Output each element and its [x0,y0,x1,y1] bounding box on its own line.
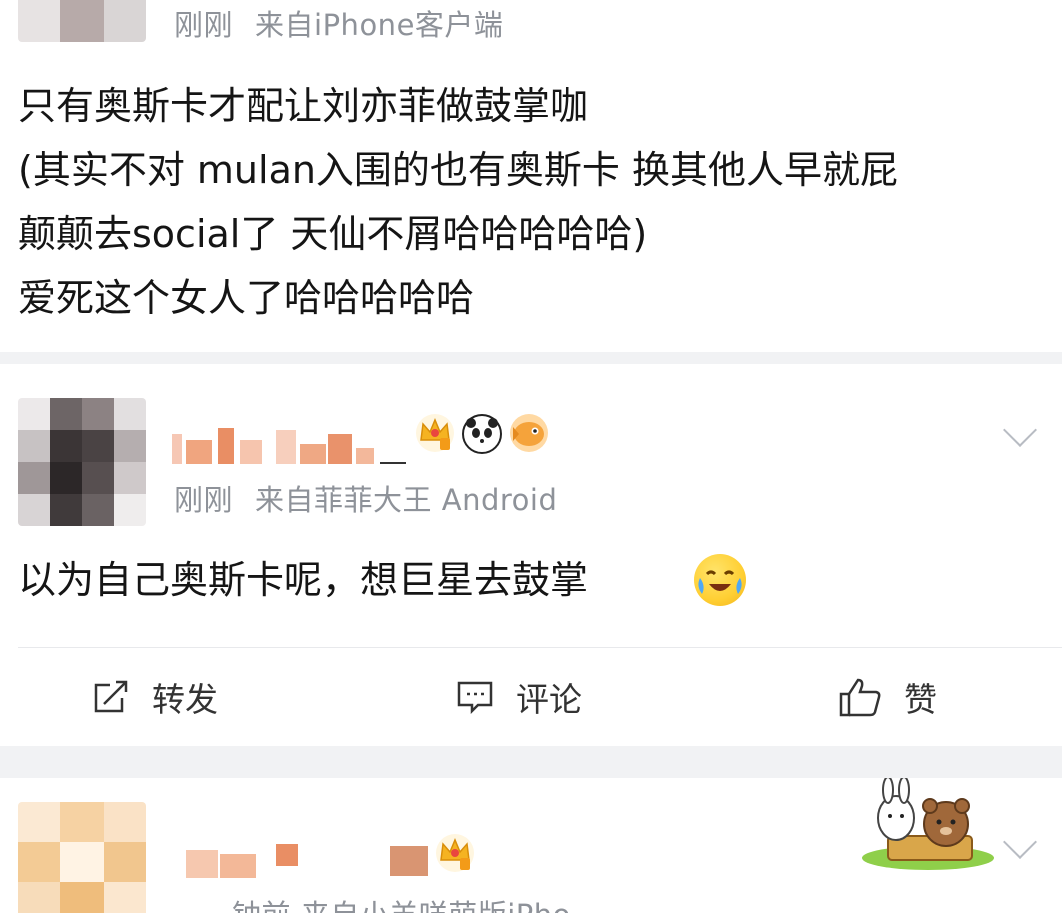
comment-line: (其实不对 mulan入围的也有奥斯卡 换其他人早就屁 [18,148,899,192]
repost-icon [94,680,128,713]
repost-button[interactable]: 转发 [92,672,218,722]
username-blurred[interactable] [186,840,436,880]
rabbit-bear-sticker-icon [860,776,996,874]
thumbs-up-icon [839,678,881,717]
comment-text: 以为自己奥斯卡呢，想巨星去鼓掌 [18,548,588,612]
post-source: 来自菲菲大王 Android [255,483,558,517]
comment-line: 只有奥斯卡才配让刘亦菲做鼓掌咖 [18,84,589,128]
post-meta: 刚刚 来自菲菲大王 Android [174,477,579,519]
comment-button[interactable]: 评论 [456,672,582,722]
avatar-blurred[interactable] [18,802,146,913]
post-meta: 钟前 来自小羊咩萌版iPho [232,892,593,913]
feed-separator [0,352,1062,364]
crown-badge-icon [436,834,474,872]
comment-card-1: 刚刚 来自iPhone客户端 只有奥斯卡才配让刘亦菲做鼓掌咖 (其实不对 mula… [0,0,1062,352]
feed-separator [0,746,1062,778]
like-label: 赞 [904,680,937,719]
comment-line: 颠颠去social了 天仙不屑哈哈哈哈哈) [18,212,648,256]
comment-line: 爱死这个女人了哈哈哈哈哈 [18,276,475,320]
comment-icon [457,681,493,715]
comment-label: 评论 [516,680,582,719]
comment-line: 以为自己奥斯卡呢，想巨星去鼓掌 [18,558,589,602]
fish-badge-icon [510,414,548,452]
comment-card-2: 刚刚 来自菲菲大王 Android 以为自己奥斯卡呢，想巨星去鼓掌 转发 评论 … [0,364,1062,746]
weibo-comment-feed: 刚刚 来自iPhone客户端 只有奥斯卡才配让刘亦菲做鼓掌咖 (其实不对 mula… [0,0,1062,913]
panda-badge-icon [462,414,502,454]
post-source: 钟前 来自小羊咩萌版iPho [232,898,571,913]
avatar-blurred[interactable] [18,398,146,526]
laugh-cry-emoji-icon [694,554,746,606]
post-time: 刚刚 [174,483,234,517]
post-time: 刚刚 [174,8,234,42]
comment-text: 只有奥斯卡才配让刘亦菲做鼓掌咖 (其实不对 mulan入围的也有奥斯卡 换其他人… [18,74,898,330]
post-meta: 刚刚 来自iPhone客户端 [174,2,525,44]
action-divider [18,647,1062,648]
repost-label: 转发 [152,680,218,719]
post-source: 来自iPhone客户端 [255,8,504,42]
like-button[interactable]: 赞 [838,672,937,722]
avatar-blurred[interactable] [18,0,146,42]
crown-badge-icon [416,414,454,452]
username-blurred[interactable] [172,428,412,468]
chevron-down-icon[interactable] [1003,825,1037,859]
chevron-down-icon[interactable] [1003,413,1037,447]
